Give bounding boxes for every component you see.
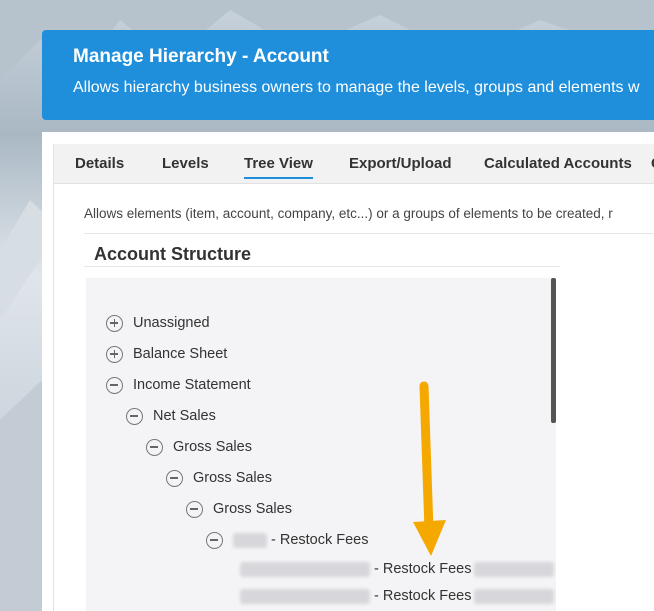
content-panel: Details Levels Tree View Export/Upload C… [42,132,654,611]
page-title: Manage Hierarchy - Account [73,46,329,67]
tree-node-label: Balance Sheet [133,346,228,362]
redacted-code [240,561,370,577]
tab-bar: Details Levels Tree View Export/Upload C… [54,144,654,184]
tab-calculated-accounts[interactable]: Calculated Accounts [484,155,632,177]
tree-node-gross-sales[interactable]: Gross Sales [166,468,272,488]
tree-node-label: - Restock Fees [374,561,472,577]
collapse-icon[interactable] [206,531,223,549]
page-subtitle: Allows hierarchy business owners to mana… [73,79,640,96]
tree-node-restock-fees[interactable]: - Restock Fees [206,530,369,550]
tab-tree-view[interactable]: Tree View [244,155,313,179]
expand-icon[interactable] [106,345,123,363]
collapse-icon[interactable] [106,376,123,394]
tree-node-label: Income Statement [133,377,251,393]
tree-node-label: Unassigned [133,315,210,331]
tree-node-label: - Restock Fees [374,588,472,604]
tree-node-label: Gross Sales [173,439,252,455]
tab-details[interactable]: Details [75,155,124,177]
tree-node-gross-sales[interactable]: Gross Sales [146,437,252,457]
tree-node-income-statement[interactable]: Income Statement [106,375,251,395]
tree-node-label: Net Sales [153,408,216,424]
redacted-code [240,588,370,604]
content-inner: Details Levels Tree View Export/Upload C… [53,144,654,611]
tree-node-unassigned[interactable]: Unassigned [106,313,210,333]
tree-node-balance-sheet[interactable]: Balance Sheet [106,344,227,364]
section-title: Account Structure [94,244,252,264]
tree-node-label: Gross Sales [213,501,292,517]
divider [84,233,654,234]
redacted-suffix [473,588,554,604]
collapse-icon[interactable] [186,500,203,518]
collapse-icon[interactable] [126,407,143,425]
redacted-code [233,532,267,548]
tree-leaf-restock-fees[interactable]: - Restock Fees [240,559,554,579]
tree-node-label: Gross Sales [193,470,272,486]
tab-levels[interactable]: Levels [162,155,209,177]
tree-description: Allows elements (item, account, company,… [84,206,613,221]
tree-scrollbar[interactable] [551,278,556,423]
redacted-suffix [473,561,554,577]
expand-icon[interactable] [106,314,123,332]
tree-leaf-restock-fees[interactable]: - Restock Fees [240,586,554,606]
page-header: Manage Hierarchy - Account Allows hierar… [42,30,654,120]
tab-export-upload[interactable]: Export/Upload [349,155,452,177]
annotation-arrow-icon [413,381,446,556]
tree-node-gross-sales[interactable]: Gross Sales [186,499,292,519]
collapse-icon[interactable] [146,438,163,456]
divider [84,266,560,267]
tree-node-label: - Restock Fees [271,532,369,548]
collapse-icon[interactable] [166,469,183,487]
tree-node-net-sales[interactable]: Net Sales [126,406,216,426]
